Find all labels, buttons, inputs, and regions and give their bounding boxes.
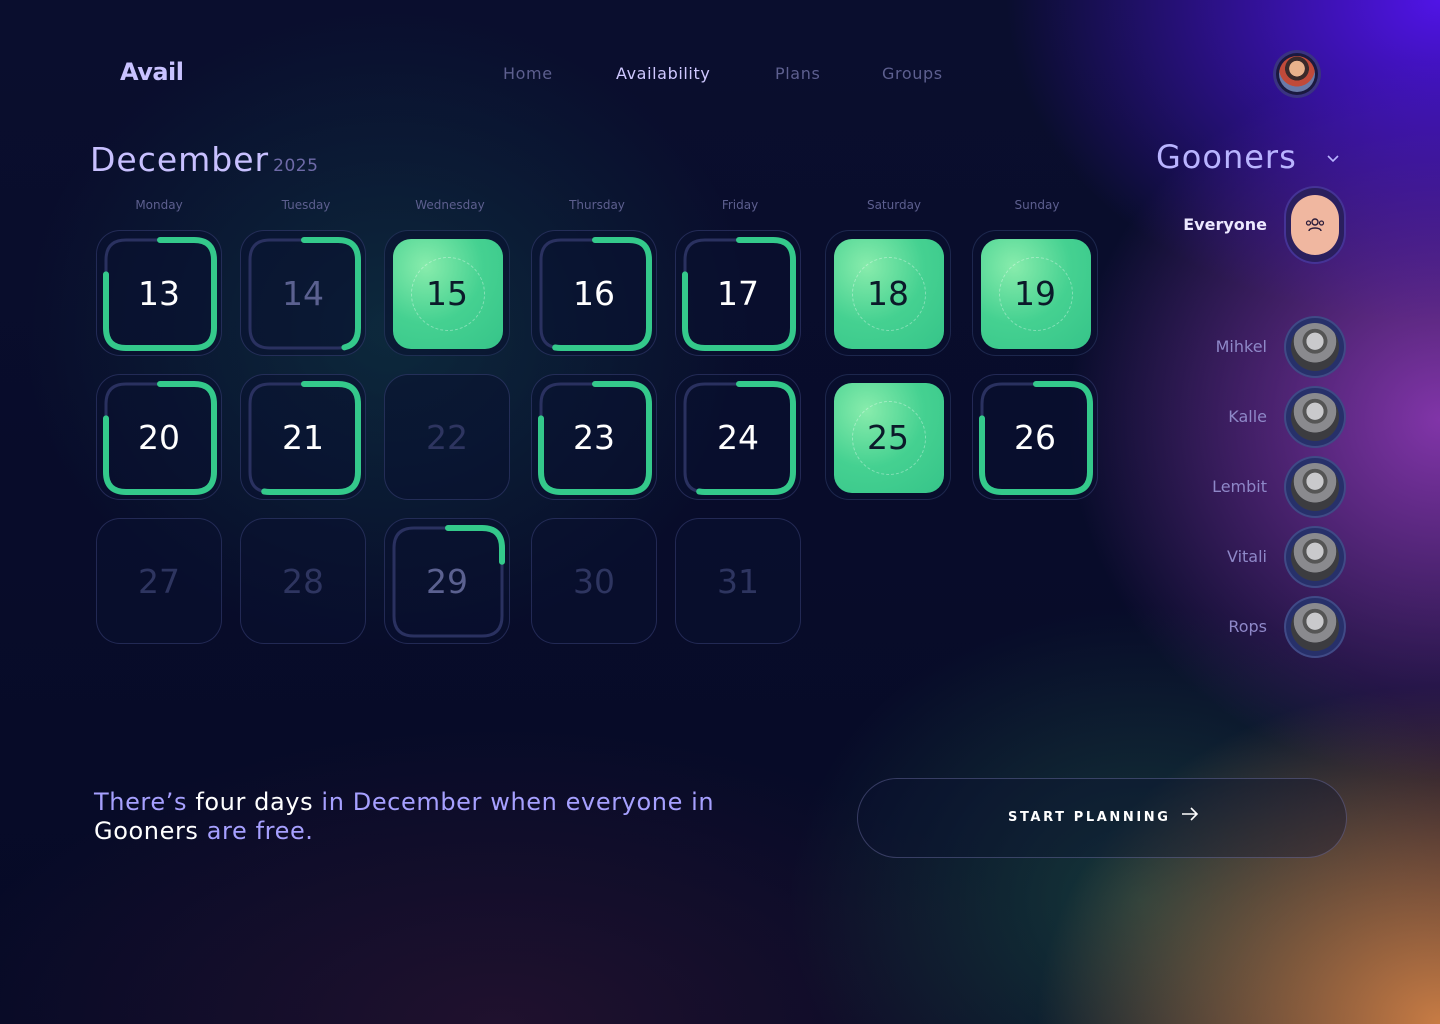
summary-highlight-group: Gooners [94,817,199,845]
day-number: 30 [573,562,615,601]
weekday-monday: Monday [135,198,183,212]
start-planning-label: START PLANNING [1008,810,1171,825]
day-number: 26 [1014,418,1056,457]
day-number: 18 [867,274,909,313]
calendar-day-cell[interactable]: 31 [675,518,801,644]
calendar-day-cell[interactable]: 20 [96,374,222,500]
day-number: 19 [1014,274,1056,313]
nav-availability[interactable]: Availability [616,64,710,83]
day-number: 16 [573,274,615,313]
summary-text-3: are free. [198,817,314,845]
availability-summary: There’s four days in December when every… [94,788,794,846]
month-name: December [90,140,270,179]
weekday-wednesday: Wednesday [415,198,485,212]
calendar-day-cell[interactable]: 24 [675,374,801,500]
profile-photo [1279,56,1315,92]
everyone-label[interactable]: Everyone [1100,215,1267,234]
member-photo [1291,603,1339,651]
group-name[interactable]: Gooners [1156,138,1297,176]
day-number: 29 [426,562,468,601]
day-number: 20 [138,418,180,457]
weekday-thursday: Thursday [569,198,625,212]
calendar-day-cell[interactable]: 28 [240,518,366,644]
calendar-day-cell[interactable]: 14 [240,230,366,356]
calendar-day-cell[interactable]: 15 [384,230,510,356]
member-avatar[interactable] [1284,456,1346,518]
member-avatar[interactable] [1284,316,1346,378]
start-planning-button[interactable]: START PLANNING [857,778,1347,858]
day-number: 14 [282,274,324,313]
calendar-day-cell[interactable]: 30 [531,518,657,644]
weekday-tuesday: Tuesday [281,198,331,212]
calendar-day-cell[interactable]: 18 [825,230,951,356]
day-number: 21 [282,418,324,457]
calendar-day-cell[interactable]: 19 [972,230,1098,356]
summary-text-1: There’s [94,788,196,816]
nav-groups[interactable]: Groups [882,64,943,83]
day-number: 31 [717,562,759,601]
nav-home[interactable]: Home [503,64,553,83]
weekday-saturday: Saturday [866,198,922,212]
nav-plans[interactable]: Plans [775,64,820,83]
day-number: 25 [867,418,909,457]
member-name[interactable]: Mihkel [1100,337,1267,356]
day-number: 24 [717,418,759,457]
day-number: 13 [138,274,180,313]
calendar-day-cell[interactable]: 17 [675,230,801,356]
arrow-right-icon [1180,806,1200,827]
calendar-day-cell[interactable]: 13 [96,230,222,356]
everyone-button[interactable] [1284,186,1346,264]
calendar-day-cell[interactable]: 22 [384,374,510,500]
profile-avatar[interactable] [1273,50,1321,98]
calendar-day-cell[interactable]: 16 [531,230,657,356]
day-number: 22 [426,418,468,457]
member-name[interactable]: Rops [1100,617,1267,636]
year-label: 2025 [273,156,319,176]
day-number: 17 [717,274,759,313]
member-name[interactable]: Lembit [1100,477,1267,496]
group-icon [1291,195,1339,255]
member-name[interactable]: Kalle [1100,407,1267,426]
member-photo [1291,323,1339,371]
chevron-down-icon[interactable] [1326,148,1340,167]
weekday-sunday: Sunday [1014,198,1060,212]
member-avatar[interactable] [1284,526,1346,588]
day-number: 27 [138,562,180,601]
calendar-day-cell[interactable]: 21 [240,374,366,500]
member-photo [1291,393,1339,441]
member-photo [1291,463,1339,511]
calendar-day-cell[interactable]: 25 [825,374,951,500]
member-photo [1291,533,1339,581]
member-avatar[interactable] [1284,386,1346,448]
weekday-friday: Friday [721,198,759,212]
calendar-day-cell[interactable]: 27 [96,518,222,644]
member-name[interactable]: Vitali [1100,547,1267,566]
day-number: 23 [573,418,615,457]
calendar-day-cell[interactable]: 23 [531,374,657,500]
calendar-day-cell[interactable]: 26 [972,374,1098,500]
day-number: 28 [282,562,324,601]
member-avatar[interactable] [1284,596,1346,658]
day-number: 15 [426,274,468,313]
app-logo[interactable]: Avail [120,58,184,86]
summary-text-2: in December when everyone in [313,788,715,816]
calendar-day-cell[interactable]: 29 [384,518,510,644]
month-title: December 2025 [90,140,318,179]
summary-highlight-days: four days [195,788,314,816]
